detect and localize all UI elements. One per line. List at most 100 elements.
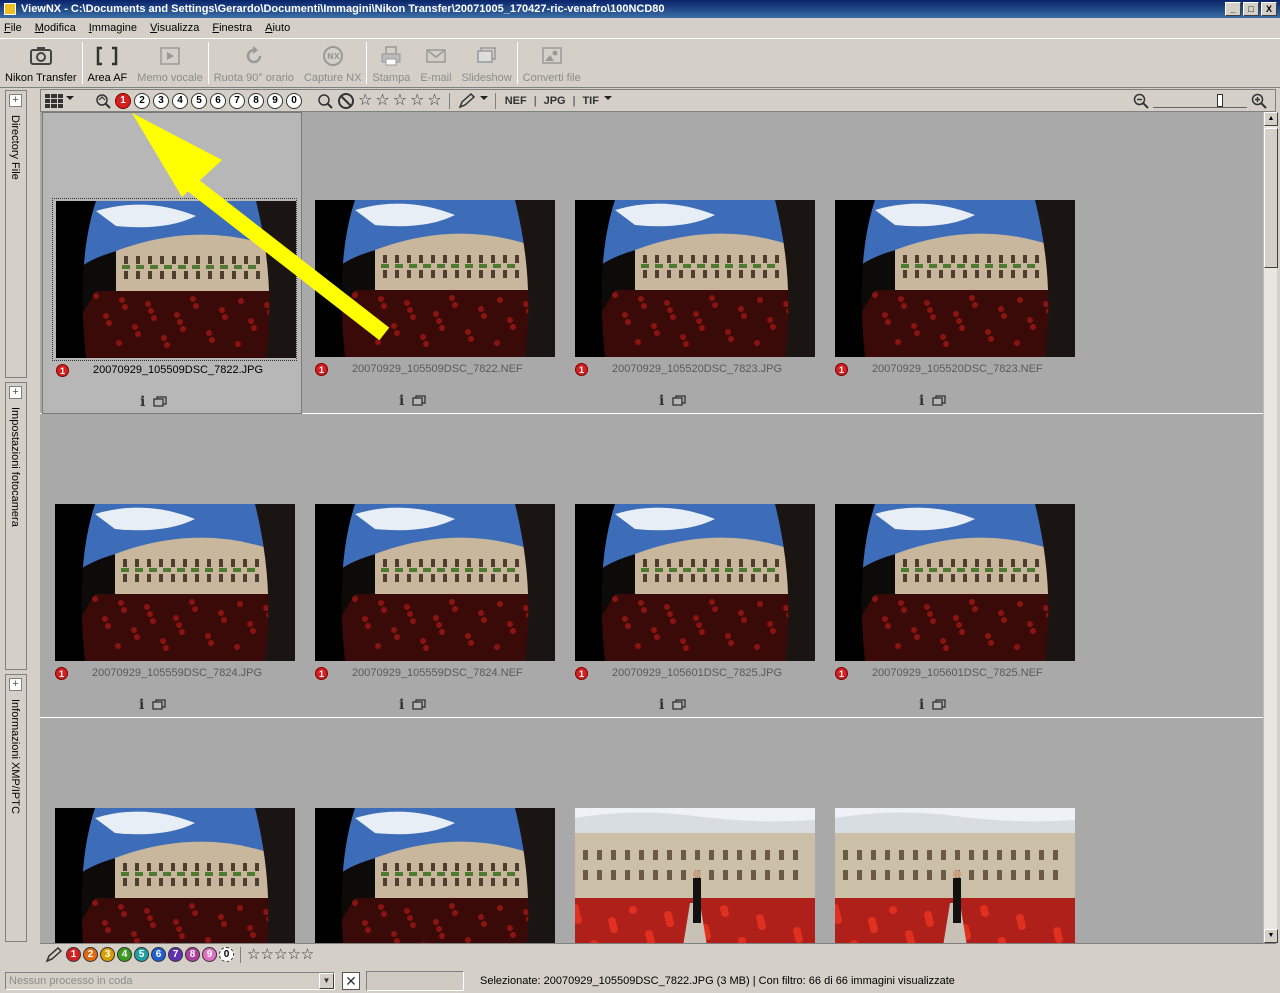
thumbnail-cell[interactable] xyxy=(822,720,1082,943)
label-chip-0[interactable]: 0 xyxy=(219,947,234,962)
thumbnail-cell[interactable] xyxy=(562,720,822,943)
label-filter-7[interactable]: 7 xyxy=(229,92,245,109)
process-queue-combo[interactable]: Nessun processo in coda ▼ xyxy=(5,972,335,990)
multi-view-icon[interactable] xyxy=(672,395,686,406)
thumbnail-image[interactable] xyxy=(575,808,815,943)
camera-settings-panel-tab[interactable]: + Impostazioni fotocamera xyxy=(5,382,27,670)
thumbnail-cell[interactable]: 1 20070929_105509DSC_7822.NEF i xyxy=(302,112,562,414)
rating-star-icon[interactable]: ☆ xyxy=(410,92,424,109)
cancel-process-button[interactable]: ✕ xyxy=(342,972,360,990)
thumbnail-cell[interactable] xyxy=(302,720,562,943)
thumbnail-image[interactable] xyxy=(56,201,296,358)
label-filter-6[interactable]: 6 xyxy=(210,92,226,109)
label-chip-1[interactable]: 1 xyxy=(66,947,81,962)
info-icon[interactable]: i xyxy=(919,697,924,713)
format-dropdown-caret[interactable] xyxy=(603,95,612,100)
thumbnail-cell[interactable]: 1 20070929_105559DSC_7824.NEF i xyxy=(302,416,562,718)
info-icon[interactable]: i xyxy=(659,697,664,713)
thumbnail-cell[interactable]: 1 20070929_105520DSC_7823.JPG i xyxy=(562,112,822,414)
minimize-button[interactable]: _ xyxy=(1225,2,1241,16)
info-icon[interactable]: i xyxy=(399,393,404,409)
format-filter-tif[interactable]: TIF xyxy=(582,95,599,107)
format-filter-jpg[interactable]: JPG xyxy=(544,95,566,107)
thumbnail-cell[interactable]: 1 20070929_105509DSC_7822.JPG i xyxy=(42,112,302,414)
thumbnail-image[interactable] xyxy=(835,504,1075,661)
info-icon[interactable]: i xyxy=(139,697,144,713)
thumbnail-grid-icon[interactable] xyxy=(45,93,63,108)
thumbnail-image[interactable] xyxy=(835,808,1075,943)
thumbnail-cell[interactable]: 1 20070929_105601DSC_7825.NEF i xyxy=(822,416,1082,718)
zoom-slider-knob[interactable] xyxy=(1217,94,1223,107)
chevron-down-icon[interactable]: ▼ xyxy=(319,973,334,989)
vertical-scrollbar[interactable]: ▲ ▼ xyxy=(1263,112,1278,943)
convert-file-button[interactable]: Converti file xyxy=(518,39,586,87)
rotate-button[interactable]: Ruota 90° orario xyxy=(209,39,299,87)
memo-vocale-button[interactable]: Memo vocale xyxy=(132,39,207,87)
thumbnail-image[interactable] xyxy=(55,808,295,943)
thumbnail-image[interactable] xyxy=(835,200,1075,357)
label-filter-5[interactable]: 5 xyxy=(191,92,207,109)
label-chip-2[interactable]: 2 xyxy=(83,947,98,962)
slideshow-button[interactable]: Slideshow xyxy=(457,39,517,87)
print-button[interactable]: Stampa xyxy=(367,39,415,87)
label-filter-4[interactable]: 4 xyxy=(172,92,188,109)
multi-view-icon[interactable] xyxy=(412,395,426,406)
rating-filter-icon[interactable] xyxy=(316,92,334,110)
label-filter-icon[interactable] xyxy=(94,92,112,110)
scroll-up-arrow[interactable]: ▲ xyxy=(1264,112,1278,126)
rating-star-icon[interactable]: ☆ xyxy=(375,92,389,109)
nikon-transfer-button[interactable]: Nikon Transfer xyxy=(0,39,82,87)
zoom-slider[interactable] xyxy=(1153,94,1247,108)
email-button[interactable]: E-mail xyxy=(415,39,456,87)
rating-star-icon[interactable]: ☆ xyxy=(427,92,441,109)
scroll-down-arrow[interactable]: ▼ xyxy=(1264,929,1278,943)
label-filter-1[interactable]: 1 xyxy=(115,92,131,109)
multi-view-icon[interactable] xyxy=(152,699,166,710)
multi-view-icon[interactable] xyxy=(672,699,686,710)
info-icon[interactable]: i xyxy=(659,393,664,409)
label-chip-9[interactable]: 9 xyxy=(202,947,217,962)
thumbnail-cell[interactable] xyxy=(42,720,302,943)
label-chip-4[interactable]: 4 xyxy=(117,947,132,962)
area-af-button[interactable]: Area AF xyxy=(83,39,133,87)
multi-view-icon[interactable] xyxy=(932,395,946,406)
thumbnail-cell[interactable]: 1 20070929_105601DSC_7825.JPG i xyxy=(562,416,822,718)
maximize-button[interactable]: □ xyxy=(1243,2,1259,16)
rating-star-icon[interactable]: ☆ xyxy=(393,92,407,109)
thumbnail-image[interactable] xyxy=(315,200,555,357)
close-button[interactable]: X xyxy=(1261,2,1277,16)
thumbnail-image[interactable] xyxy=(315,504,555,661)
menu-visualizza[interactable]: Visualizza xyxy=(150,22,199,34)
label-chip-6[interactable]: 6 xyxy=(151,947,166,962)
menu-finestra[interactable]: Finestra xyxy=(212,22,252,34)
pen-label-icon[interactable] xyxy=(44,946,64,964)
edit-dropdown-caret[interactable] xyxy=(479,95,488,100)
label-filter-2[interactable]: 2 xyxy=(134,92,150,109)
label-filter-8[interactable]: 8 xyxy=(248,92,264,109)
menu-file[interactable]: File xyxy=(4,22,22,34)
info-icon[interactable]: i xyxy=(919,393,924,409)
thumbnail-cell[interactable]: 1 20070929_105520DSC_7823.NEF i xyxy=(822,112,1082,414)
capture-nx-button[interactable]: NX Capture NX xyxy=(299,39,366,87)
label-chip-3[interactable]: 3 xyxy=(100,947,115,962)
format-filter-nef[interactable]: NEF xyxy=(505,95,527,107)
info-icon[interactable]: i xyxy=(140,394,145,410)
expand-plus-icon[interactable]: + xyxy=(9,94,22,107)
menu-aiuto[interactable]: Aiuto xyxy=(265,22,290,34)
thumbnail-image[interactable] xyxy=(315,808,555,943)
multi-view-icon[interactable] xyxy=(153,396,167,407)
thumbnail-cell[interactable]: 1 20070929_105559DSC_7824.JPG i xyxy=(42,416,302,718)
rating-star-icon[interactable]: ☆ xyxy=(358,92,372,109)
info-icon[interactable]: i xyxy=(399,697,404,713)
expand-plus-icon[interactable]: + xyxy=(9,386,22,399)
thumbnail-image[interactable] xyxy=(575,504,815,661)
label-chip-8[interactable]: 8 xyxy=(185,947,200,962)
label-chip-7[interactable]: 7 xyxy=(168,947,183,962)
rating-stars[interactable]: ☆☆☆☆☆ xyxy=(247,946,314,963)
label-chip-5[interactable]: 5 xyxy=(134,947,149,962)
thumbnail-image[interactable] xyxy=(55,504,295,661)
xmp-iptc-panel-tab[interactable]: + Informazioni XMP/IPTC xyxy=(5,674,27,942)
menu-modifica[interactable]: Modifica xyxy=(35,22,76,34)
pen-edit-icon[interactable] xyxy=(457,92,477,110)
multi-view-icon[interactable] xyxy=(932,699,946,710)
